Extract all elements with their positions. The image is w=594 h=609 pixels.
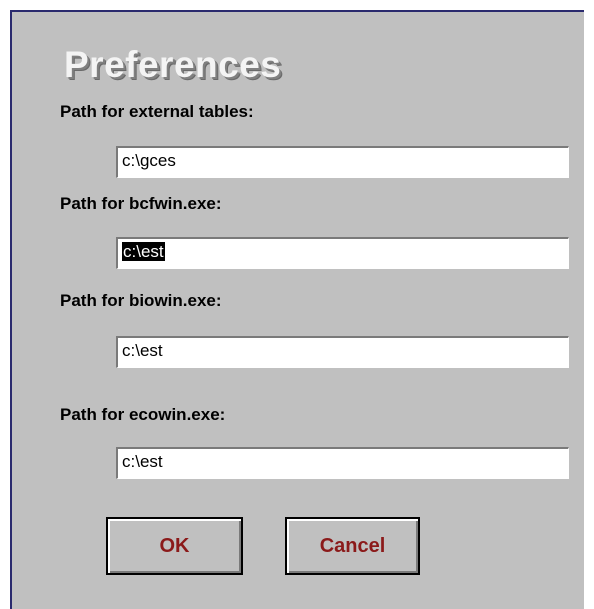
dialog-title: Preferences xyxy=(64,44,282,85)
bcfwin-path-value-selected: c:\est xyxy=(122,242,165,261)
cancel-button-label: Cancel xyxy=(319,534,386,557)
external-tables-label: Path for external tables: xyxy=(60,102,254,121)
ok-button-label: OK xyxy=(159,534,190,557)
biowin-path-value: c:\est xyxy=(122,341,163,360)
ok-button[interactable]: OK xyxy=(106,517,243,575)
ecowin-path-label: Path for ecowin.exe: xyxy=(60,405,226,424)
ecowin-path-input[interactable]: c:\est xyxy=(116,447,569,479)
preferences-dialog: Preferences Path for external tables: c:… xyxy=(10,10,584,609)
ecowin-path-value: c:\est xyxy=(122,452,163,471)
biowin-path-label: Path for biowin.exe: xyxy=(60,291,222,310)
bcfwin-path-input[interactable]: c:\est xyxy=(116,237,569,269)
bcfwin-path-label: Path for bcfwin.exe: xyxy=(60,194,222,213)
biowin-path-input[interactable]: c:\est xyxy=(116,336,569,368)
cancel-button[interactable]: Cancel xyxy=(285,517,420,575)
external-tables-path-input[interactable]: c:\gces xyxy=(116,146,569,178)
external-tables-path-value: c:\gces xyxy=(122,151,176,170)
